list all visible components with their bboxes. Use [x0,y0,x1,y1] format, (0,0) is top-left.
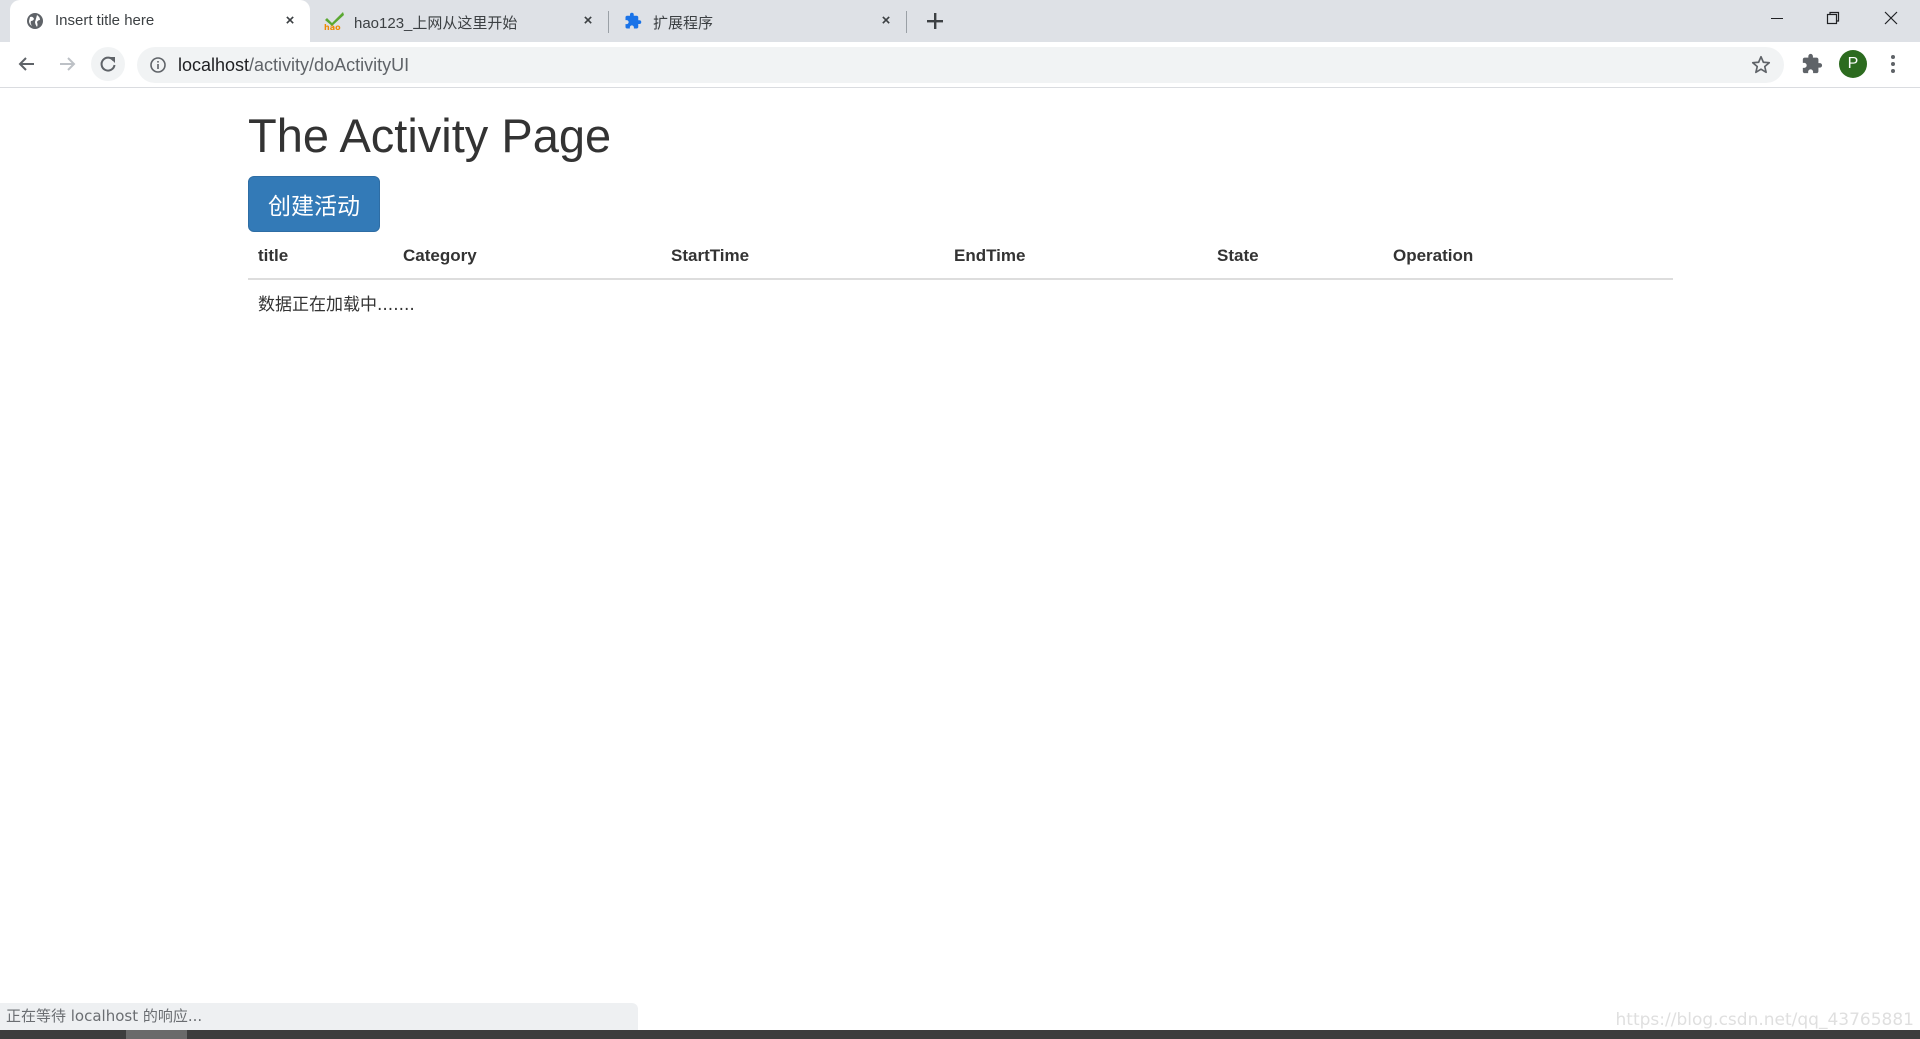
column-header-starttime: StartTime [661,233,944,280]
column-header-state: State [1207,233,1383,280]
tab-close-button[interactable]: × [876,10,896,30]
taskbar-item[interactable] [126,1030,187,1039]
profile-avatar[interactable]: P [1839,50,1867,78]
info-icon[interactable] [149,56,167,74]
address-bar[interactable]: localhost/activity/doActivityUI [137,47,1784,83]
puzzle-icon [625,12,642,29]
arrow-left-icon [18,57,34,71]
restore-icon [1826,11,1840,25]
tab-title: hao123_上网从这里开始 [354,15,518,32]
page-title: The Activity Page [248,109,612,162]
close-window-button[interactable] [1868,0,1914,36]
arrow-right-icon [60,57,76,71]
bookmark-star-icon[interactable] [1750,54,1772,76]
minimize-button[interactable] [1754,0,1800,36]
back-button[interactable] [10,47,44,81]
hao123-logo-icon: hao [324,12,344,31]
url-path: /activity/doActivityUI [249,55,410,75]
column-header-operation: Operation [1383,233,1673,280]
puzzle-icon [1802,53,1823,74]
minimize-icon [1771,18,1783,19]
restore-button[interactable] [1810,0,1856,36]
svg-text:hao: hao [324,23,341,31]
plus-icon [927,13,943,29]
close-icon [1884,11,1898,25]
column-header-title: title [248,233,393,280]
url-text[interactable]: localhost/activity/doActivityUI [178,55,409,76]
tab-separator [608,11,609,33]
tab-separator [906,11,907,33]
tab-title: 扩展程序 [653,15,714,32]
tab-hao123[interactable]: hao hao123_上网从这里开始 × [310,0,608,42]
tab-title: Insert title here [55,12,155,29]
browser-toolbar: localhost/activity/doActivityUI P [0,42,1920,88]
tab-insert-title[interactable]: Insert title here × [10,0,310,42]
table-row: 数据正在加载中....... [248,279,1673,325]
table-header-row: title Category StartTime EndTime State O… [248,233,1673,280]
forward-button[interactable] [50,47,84,81]
extensions-button[interactable] [1799,51,1825,77]
url-host: localhost [178,55,250,75]
tab-close-button[interactable]: × [578,10,598,30]
loading-message: 数据正在加载中....... [258,295,415,315]
column-header-endtime: EndTime [944,233,1207,280]
os-taskbar [0,1030,1920,1039]
tab-strip: Insert title here × hao hao123_上网从这里开始 ×… [0,0,1920,42]
status-bubble: 正在等待 localhost 的响应... [0,1003,638,1030]
watermark-text: https://blog.csdn.net/qq_43765881 [1615,1010,1914,1030]
column-header-category: Category [393,233,661,280]
reload-button[interactable] [91,47,125,81]
create-activity-button[interactable]: 创建活动 [248,176,380,232]
browser-menu-button[interactable] [1880,51,1906,77]
reload-icon [100,56,116,72]
kebab-menu-icon [1891,55,1895,73]
globe-icon [27,13,43,29]
tab-close-button[interactable]: × [280,10,300,30]
tab-extensions[interactable]: 扩展程序 × [610,0,906,42]
new-tab-button[interactable] [923,9,947,33]
activity-table: title Category StartTime EndTime State O… [248,233,1673,325]
